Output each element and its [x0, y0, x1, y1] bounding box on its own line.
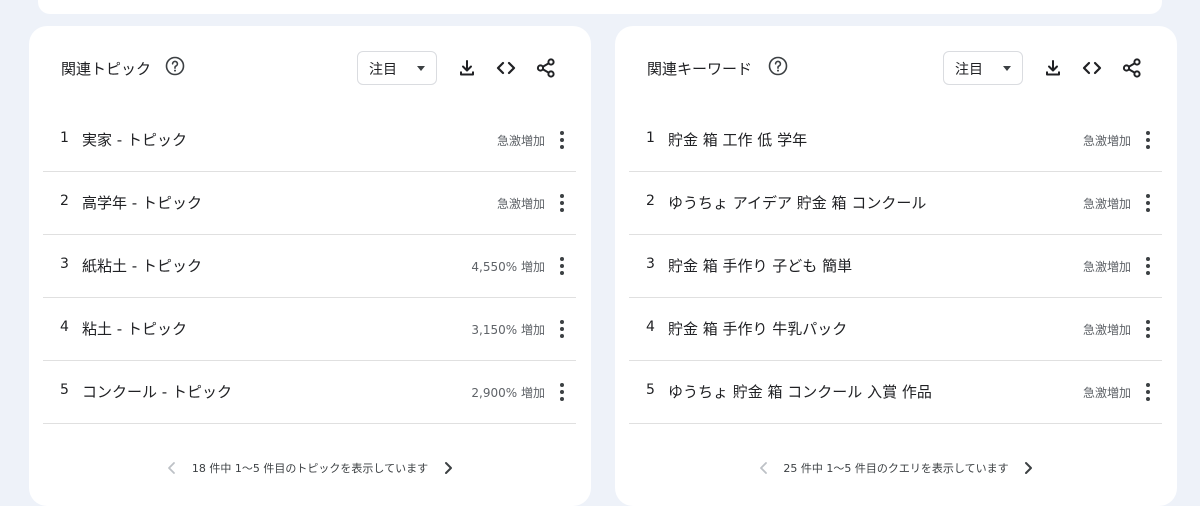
pagination-text: 25 件中 1～5 件目のクエリを表示しています: [783, 462, 1009, 475]
item-rank: 3: [60, 256, 69, 272]
item-rank: 1: [60, 130, 69, 146]
previous-card-bottom: [38, 0, 1162, 14]
more-vert-icon[interactable]: [1140, 317, 1156, 341]
card-title: 関連キーワード: [647, 60, 753, 78]
pagination: 18 件中 1～5 件目のトピックを表示しています: [29, 456, 591, 480]
help-circle-icon[interactable]: [768, 56, 788, 76]
sort-dropdown-label: 注目: [369, 62, 397, 78]
pagination-text: 18 件中 1～5 件目のトピックを表示しています: [191, 462, 429, 475]
pagination: 25 件中 1～5 件目のクエリを表示しています: [615, 456, 1177, 480]
item-value: 急激増加: [1082, 386, 1131, 400]
download-icon[interactable]: [1041, 56, 1065, 80]
chevron-left-icon[interactable]: [160, 456, 184, 480]
item-term[interactable]: 高学年 - トピック: [82, 192, 202, 213]
item-value: 4,550% 増加: [471, 260, 545, 274]
query-list: 1 貯金 箱 工作 低 学年 急激増加 2 ゆうちょ アイデア 貯金 箱 コンク…: [629, 109, 1162, 424]
list-item[interactable]: 4 貯金 箱 手作り 牛乳パック 急激増加: [629, 298, 1162, 361]
chevron-left-icon[interactable]: [752, 456, 776, 480]
chevron-right-icon[interactable]: [1016, 456, 1040, 480]
topic-list: 1 実家 - トピック 急激増加 2 高学年 - トピック 急激増加 3 紙粘土…: [43, 109, 576, 424]
item-term[interactable]: ゆうちょ アイデア 貯金 箱 コンクール: [668, 192, 926, 213]
more-vert-icon[interactable]: [554, 191, 570, 215]
list-item[interactable]: 5 ゆうちょ 貯金 箱 コンクール 入賞 作品 急激増加: [629, 361, 1162, 424]
chevron-down-icon: [1003, 66, 1011, 71]
item-rank: 1: [646, 130, 655, 146]
share-icon[interactable]: [534, 56, 558, 80]
item-value: 急激増加: [1082, 134, 1131, 148]
list-item[interactable]: 2 高学年 - トピック 急激増加: [43, 172, 576, 235]
item-value: 急激増加: [1082, 197, 1131, 211]
related-topics-card: 関連トピック 注目 1 実家 - トピック 急激増加 2 高学年 - トピック …: [29, 26, 591, 506]
more-vert-icon[interactable]: [1140, 128, 1156, 152]
item-term[interactable]: 実家 - トピック: [82, 129, 187, 150]
item-value: 急激増加: [1082, 323, 1131, 337]
item-term[interactable]: 粘土 - トピック: [82, 318, 187, 339]
chevron-right-icon[interactable]: [436, 456, 460, 480]
more-vert-icon[interactable]: [554, 128, 570, 152]
item-value: 急激増加: [1082, 260, 1131, 274]
item-term[interactable]: 貯金 箱 手作り 牛乳パック: [668, 318, 847, 339]
more-vert-icon[interactable]: [1140, 254, 1156, 278]
sort-dropdown[interactable]: 注目: [943, 51, 1023, 85]
item-rank: 3: [646, 256, 655, 272]
list-item[interactable]: 2 ゆうちょ アイデア 貯金 箱 コンクール 急激増加: [629, 172, 1162, 235]
card-header: 関連トピック 注目: [29, 50, 591, 88]
download-icon[interactable]: [455, 56, 479, 80]
list-item[interactable]: 1 実家 - トピック 急激増加: [43, 109, 576, 172]
more-vert-icon[interactable]: [1140, 191, 1156, 215]
item-value: 急激増加: [496, 134, 545, 148]
sort-dropdown[interactable]: 注目: [357, 51, 437, 85]
item-rank: 5: [646, 382, 655, 398]
item-rank: 5: [60, 382, 69, 398]
item-term[interactable]: コンクール - トピック: [82, 381, 232, 402]
item-rank: 2: [646, 193, 655, 209]
related-queries-card: 関連キーワード 注目 1 貯金 箱 工作 低 学年 急激増加 2 ゆうちょ アイ…: [615, 26, 1177, 506]
item-rank: 4: [60, 319, 69, 335]
card-header: 関連キーワード 注目: [615, 50, 1177, 88]
more-vert-icon[interactable]: [554, 317, 570, 341]
more-vert-icon[interactable]: [554, 380, 570, 404]
item-rank: 4: [646, 319, 655, 335]
item-term[interactable]: 紙粘土 - トピック: [82, 255, 202, 276]
list-item[interactable]: 3 紙粘土 - トピック 4,550% 増加: [43, 235, 576, 298]
item-term[interactable]: 貯金 箱 工作 低 学年: [668, 129, 807, 150]
item-value: 2,900% 増加: [471, 386, 545, 400]
item-term[interactable]: ゆうちょ 貯金 箱 コンクール 入賞 作品: [668, 381, 932, 402]
help-circle-icon[interactable]: [165, 56, 185, 76]
list-item[interactable]: 4 粘土 - トピック 3,150% 増加: [43, 298, 576, 361]
sort-dropdown-label: 注目: [955, 62, 983, 78]
list-item[interactable]: 1 貯金 箱 工作 低 学年 急激増加: [629, 109, 1162, 172]
code-icon[interactable]: [1080, 56, 1104, 80]
more-vert-icon[interactable]: [1140, 380, 1156, 404]
share-icon[interactable]: [1120, 56, 1144, 80]
list-item[interactable]: 3 貯金 箱 手作り 子ども 簡単 急激増加: [629, 235, 1162, 298]
code-icon[interactable]: [494, 56, 518, 80]
chevron-down-icon: [417, 66, 425, 71]
item-value: 3,150% 増加: [471, 323, 545, 337]
more-vert-icon[interactable]: [554, 254, 570, 278]
item-value: 急激増加: [496, 197, 545, 211]
item-term[interactable]: 貯金 箱 手作り 子ども 簡単: [668, 255, 852, 276]
item-rank: 2: [60, 193, 69, 209]
list-item[interactable]: 5 コンクール - トピック 2,900% 増加: [43, 361, 576, 424]
card-title: 関連トピック: [61, 60, 152, 78]
